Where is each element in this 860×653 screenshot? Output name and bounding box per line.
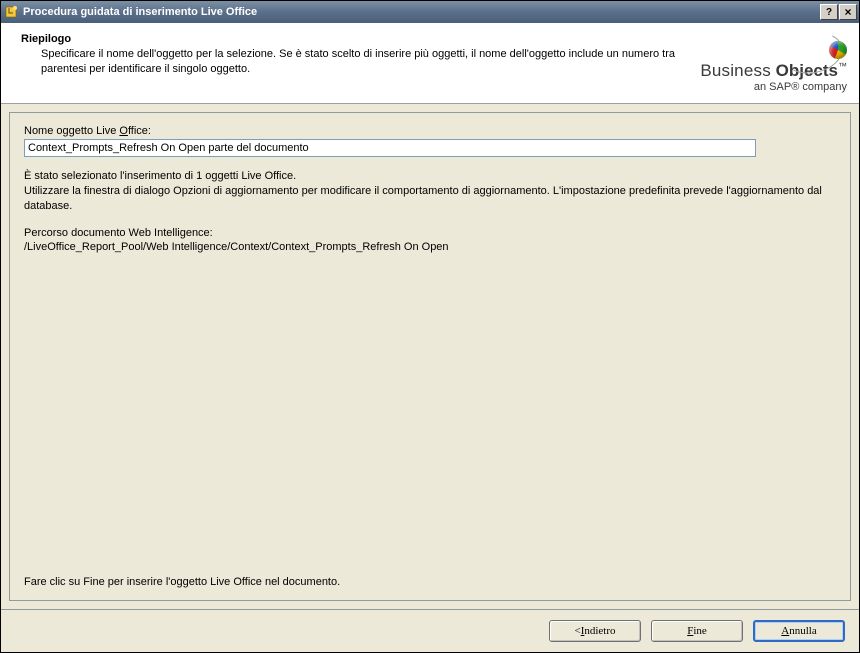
header-panel: Riepilogo Specificare il nome dell'ogget… <box>1 23 859 104</box>
brand: Business Objects™ an SAP® company <box>700 33 847 93</box>
titlebar: Procedura guidata di inserimento Live Of… <box>1 1 859 23</box>
finish-button[interactable]: Fine <box>651 620 743 642</box>
inner-panel: Nome oggetto Live Office: È stato selezi… <box>9 112 851 601</box>
selection-info: È stato selezionato l'inserimento di 1 o… <box>24 169 836 214</box>
header-text: Riepilogo Specificare il nome dell'ogget… <box>21 33 700 77</box>
help-button[interactable]: ? <box>820 4 838 20</box>
footer: < Indietro Fine Annulla <box>1 609 859 652</box>
close-button[interactable]: × <box>839 4 857 20</box>
app-icon <box>5 5 19 19</box>
hint-text: Fare clic su Fine per inserire l'oggetto… <box>24 576 836 588</box>
window-title: Procedura guidata di inserimento Live Of… <box>23 6 819 18</box>
wizard-window: Procedura guidata di inserimento Live Of… <box>0 0 860 653</box>
cancel-button[interactable]: Annulla <box>753 620 845 642</box>
path-label: Percorso documento Web Intelligence: <box>24 226 836 241</box>
help-icon: ? <box>826 7 832 18</box>
close-icon: × <box>844 7 851 17</box>
path-info: Percorso documento Web Intelligence: /Li… <box>24 226 836 256</box>
page-title: Riepilogo <box>21 33 680 45</box>
object-name-label: Nome oggetto Live Office: <box>24 125 836 137</box>
brand-logo-icon <box>819 37 847 65</box>
object-name-input[interactable] <box>24 139 756 157</box>
brand-subtitle: an SAP® company <box>754 81 847 93</box>
page-subtitle: Specificare il nome dell'oggetto per la … <box>21 47 680 77</box>
content-area: Nome oggetto Live Office: È stato selezi… <box>1 104 859 609</box>
titlebar-buttons: ? × <box>819 4 859 20</box>
back-button[interactable]: < Indietro <box>549 620 641 642</box>
path-value: /LiveOffice_Report_Pool/Web Intelligence… <box>24 240 836 255</box>
